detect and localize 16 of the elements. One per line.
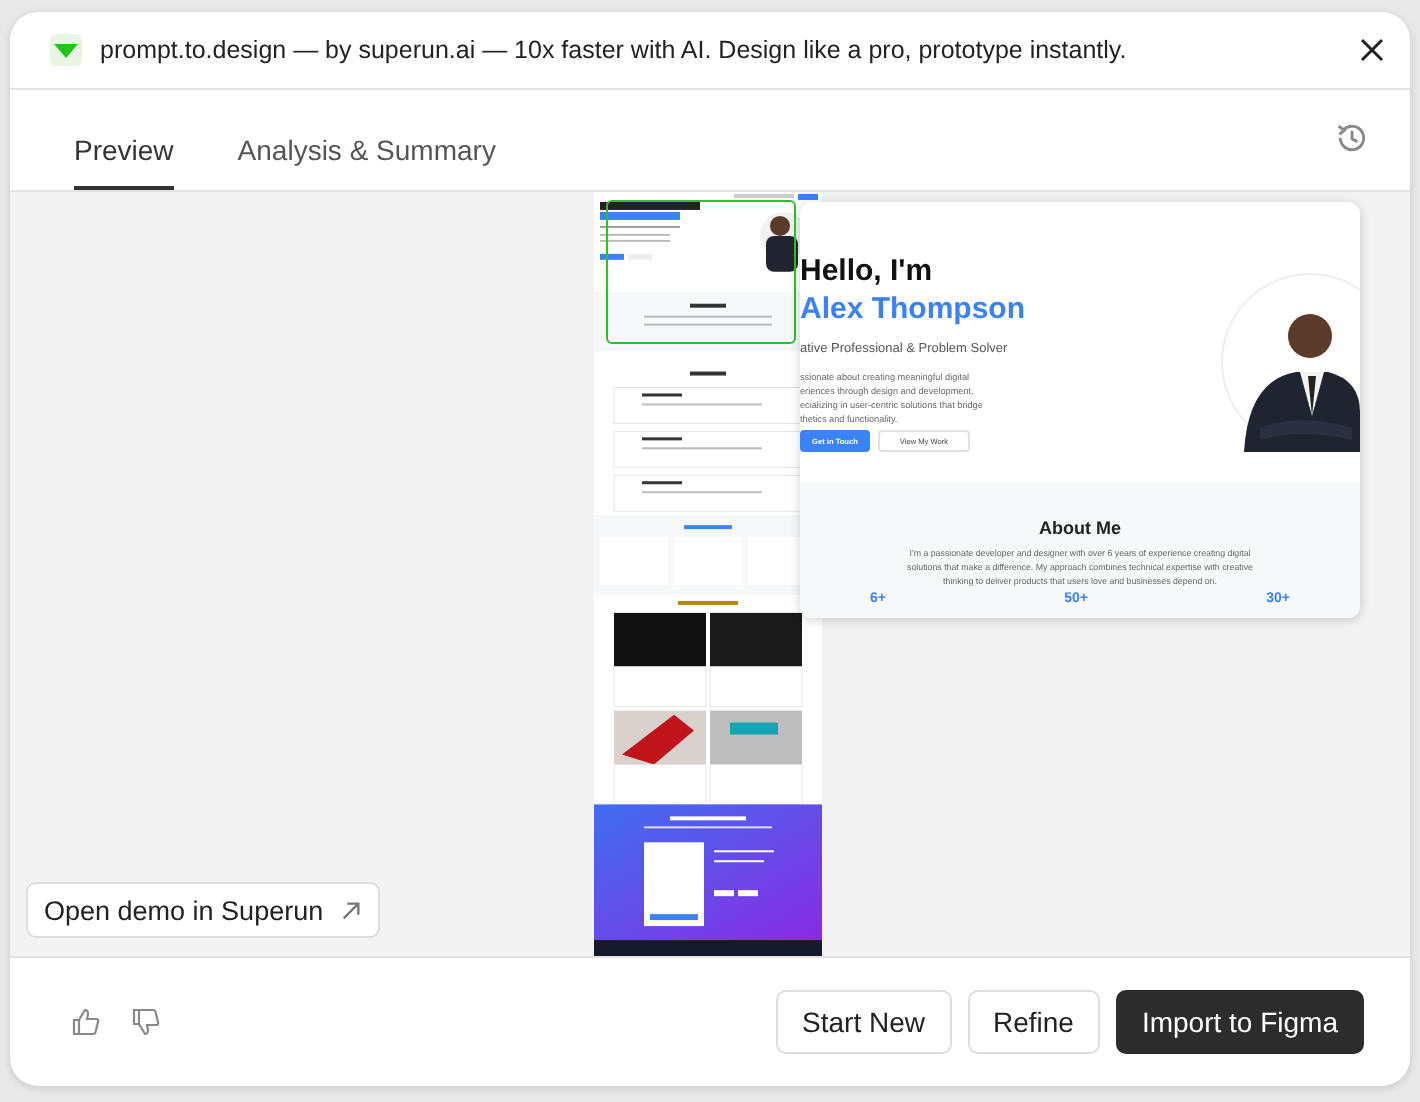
- open-demo-link[interactable]: Open demo in Superun: [26, 882, 380, 938]
- logo-icon: [50, 34, 82, 66]
- tab[interactable]: Analysis & Summary: [237, 134, 496, 190]
- import-button[interactable]: Import to Figma: [1115, 990, 1364, 1054]
- thumbs-down-icon[interactable]: [130, 1006, 162, 1038]
- arrow-icon: [339, 899, 362, 921]
- action-button[interactable]: Refine: [967, 990, 1100, 1054]
- hero-name: Alex Thompson: [800, 290, 1028, 330]
- action-button[interactable]: Start New: [776, 990, 951, 1054]
- about-heading: About Me: [1039, 518, 1121, 538]
- window-title: prompt.to.design — by superun.ai — 10x faster with AI. Design like a pro, prototype instantly.: [100, 36, 1129, 64]
- viewport-frame[interactable]: [606, 200, 796, 344]
- history-icon[interactable]: [1334, 120, 1370, 156]
- close-icon[interactable]: [1360, 38, 1384, 62]
- thumbs-up-icon[interactable]: [70, 1006, 102, 1038]
- hero-greeting: Hello, I'm: [800, 254, 935, 290]
